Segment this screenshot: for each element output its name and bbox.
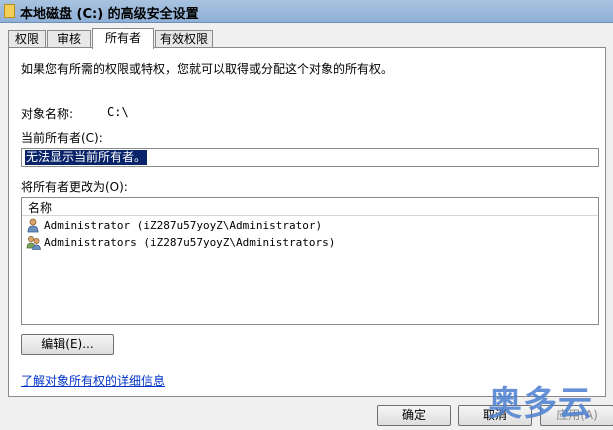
- ok-button[interactable]: 确定: [377, 405, 451, 426]
- object-name-label: 对象名称:: [21, 107, 74, 121]
- watermark-logo: 奥多云: [488, 384, 593, 424]
- advanced-security-dialog: 本地磁盘 (C:) 的高级安全设置 权限 审核 所有者 有效权限 如果您有所需的…: [0, 0, 613, 430]
- learn-more-link[interactable]: 了解对象所有权的详细信息: [21, 372, 165, 389]
- column-name-header: 名称: [28, 201, 53, 215]
- object-name-value: C:\: [107, 105, 129, 119]
- drive-folder-icon: [4, 4, 15, 18]
- user-icon: [27, 218, 39, 233]
- list-header[interactable]: 名称: [22, 198, 598, 216]
- change-owner-label: 将所有者更改为(O):: [21, 180, 128, 194]
- edit-button[interactable]: 编辑(E)...: [21, 334, 114, 355]
- tab-effective-permissions[interactable]: 有效权限: [155, 30, 213, 47]
- group-icon: [26, 236, 41, 250]
- current-owner-value: 无法显示当前所有者。: [23, 149, 149, 166]
- current-owner-field[interactable]: 无法显示当前所有者。: [21, 148, 599, 167]
- window-title: 本地磁盘 (C:) 的高级安全设置: [20, 7, 199, 22]
- intro-text: 如果您有所需的权限或特权，您就可以取得或分配这个对象的所有权。: [21, 62, 394, 76]
- tab-auditing[interactable]: 审核: [47, 30, 91, 47]
- list-item-label: Administrators (iZ287u57yoyZ\Administrat…: [44, 236, 336, 249]
- tab-permissions[interactable]: 权限: [8, 30, 46, 47]
- current-owner-label: 当前所有者(C):: [21, 131, 103, 145]
- owner-tab-panel: 如果您有所需的权限或特权，您就可以取得或分配这个对象的所有权。 对象名称: C:…: [8, 47, 606, 397]
- owner-candidates-list[interactable]: 名称 Administrator (iZ287u57yoyZ\Administr…: [21, 197, 599, 325]
- list-item-label: Administrator (iZ287u57yoyZ\Administrato…: [44, 219, 323, 232]
- title-bar[interactable]: 本地磁盘 (C:) 的高级安全设置: [0, 0, 613, 23]
- tab-owner[interactable]: 所有者: [92, 28, 154, 49]
